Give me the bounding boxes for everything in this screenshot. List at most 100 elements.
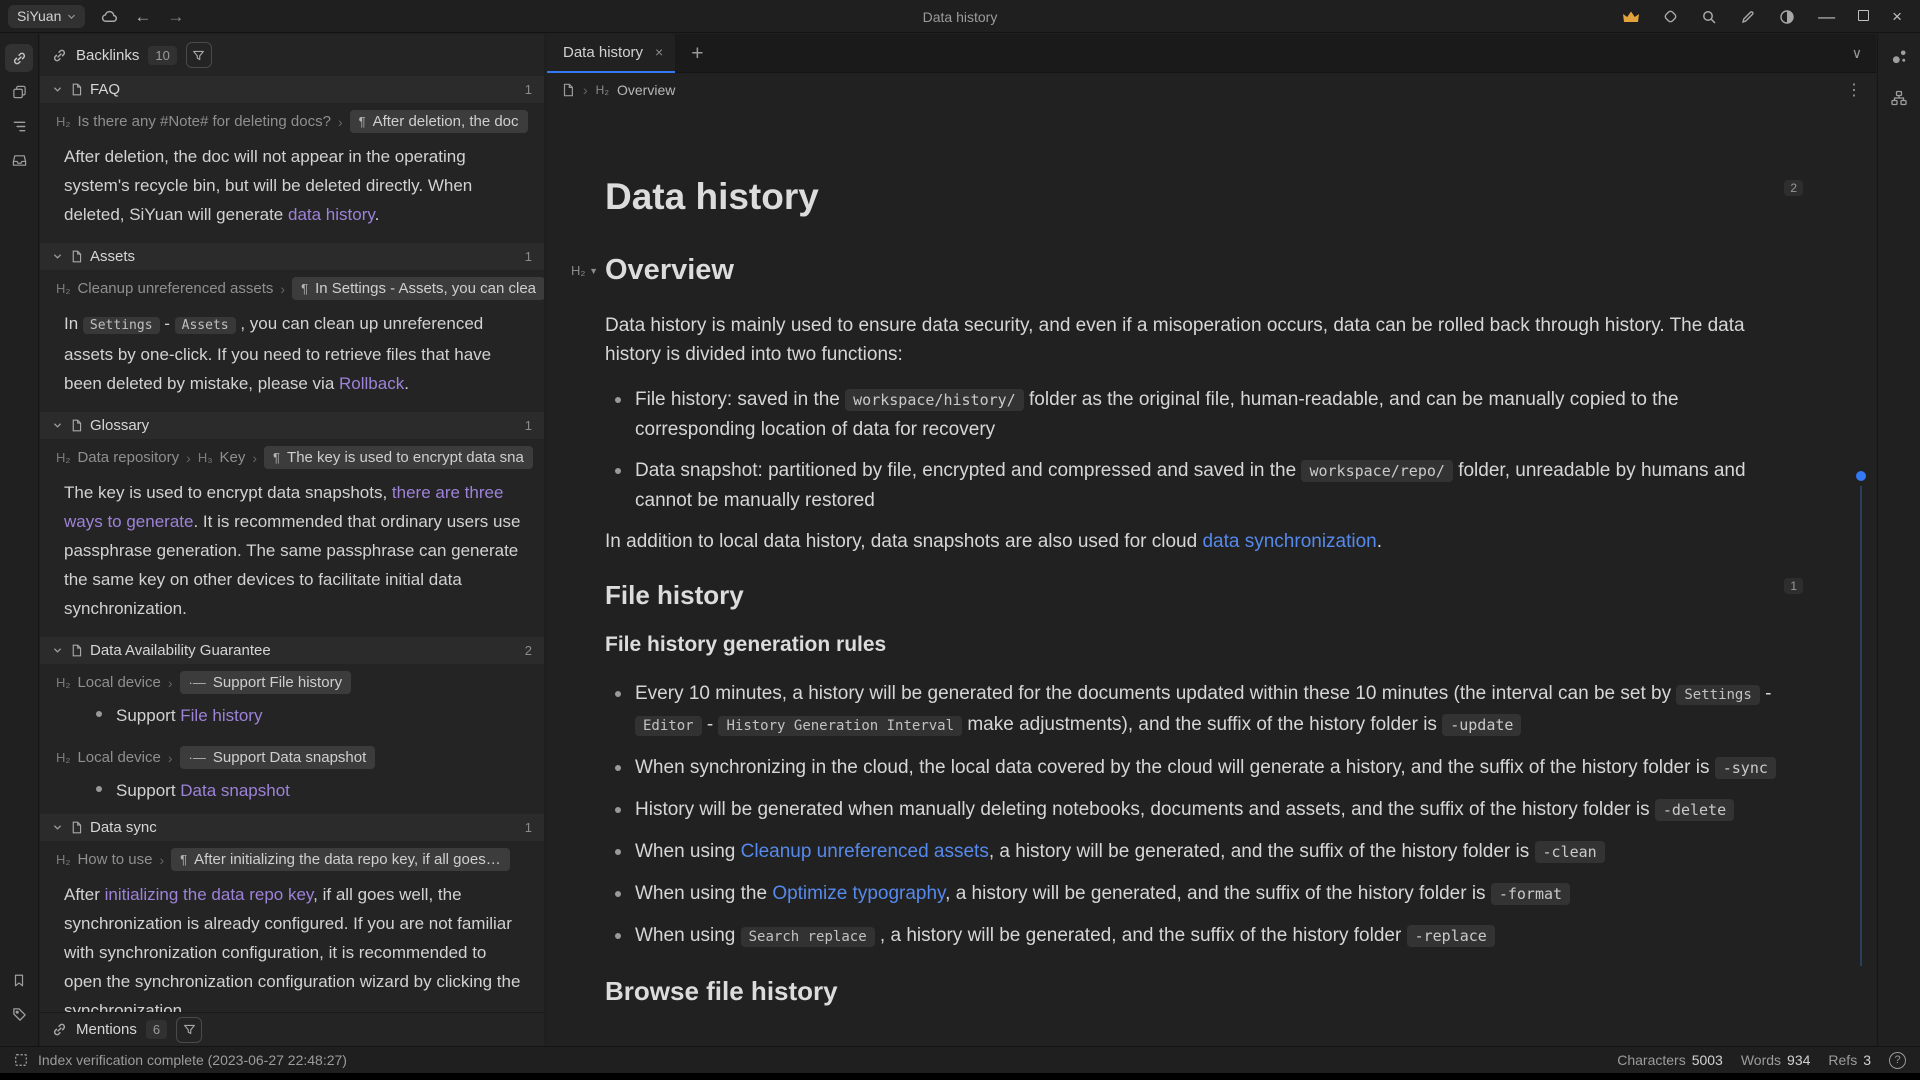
breadcrumb-label[interactable]: Overview (617, 82, 675, 98)
breadcrumb-row[interactable]: H₂ How to use › ¶ After initializing the… (40, 841, 544, 875)
inline-link[interactable]: Rollback (339, 374, 404, 393)
backlinks-filter-button[interactable] (186, 42, 212, 68)
ref-count-badge[interactable]: 1 (1784, 578, 1803, 594)
inline-link[interactable]: Data snapshot (180, 781, 290, 800)
bullet-list-item[interactable]: Data snapshot: partitioned by file, encr… (605, 456, 1791, 515)
inline-link[interactable]: Optimize typography (772, 883, 945, 904)
document-content[interactable]: Data history 2 H₂ ▼ Overview Data histor… (547, 106, 1876, 1046)
crumb-text[interactable]: Key (220, 449, 246, 466)
heading-gutter[interactable]: H₂ ▼ (571, 263, 598, 278)
tab-close-icon[interactable]: × (655, 44, 663, 60)
inline-link[interactable]: data history (288, 205, 375, 224)
theme-contrast-icon[interactable] (1779, 9, 1795, 25)
mentions-filter-button[interactable] (176, 1017, 202, 1043)
paragraph[interactable]: In addition to local data history, data … (605, 527, 1791, 556)
text-run: - (160, 314, 175, 333)
crumb-chip[interactable]: ¶ The key is used to encrypt data sna (264, 446, 533, 469)
doc-title[interactable]: Data history (605, 176, 1791, 218)
section-header-assets[interactable]: Assets 1 (40, 243, 544, 270)
bullet-list-item[interactable]: File history: saved in the workspace/his… (605, 385, 1791, 444)
ref-count-badge[interactable]: 2 (1784, 180, 1803, 196)
crumb-chip[interactable]: ¶ After deletion, the doc (350, 110, 528, 133)
breadcrumb-row[interactable]: H₂ Is there any #Note# for deleting docs… (40, 103, 544, 137)
search-icon[interactable] (1701, 9, 1717, 25)
dock-flowchart-button[interactable] (1885, 84, 1913, 112)
help-icon[interactable]: ? (1889, 1052, 1906, 1069)
scroll-indicator-line[interactable] (1860, 486, 1862, 966)
cloud-sync-icon[interactable] (101, 8, 118, 25)
backlink-excerpt[interactable]: After initializing the data repo key, if… (40, 875, 544, 1012)
scroll-indicator-dot[interactable] (1856, 471, 1866, 481)
chevron-down-icon[interactable] (52, 251, 63, 262)
bullet-list-item[interactable]: When synchronizing in the cloud, the loc… (605, 753, 1791, 783)
crumb-text[interactable]: Cleanup unreferenced assets (77, 280, 273, 297)
backlink-excerpt[interactable]: After deletion, the doc will not appear … (40, 137, 544, 243)
minimize-button[interactable]: — (1818, 8, 1835, 25)
dock-flashcard-button[interactable] (5, 78, 33, 106)
breadcrumb-row[interactable]: H₂ Cleanup unreferenced assets › ¶ In Se… (40, 270, 544, 304)
inline-link[interactable]: Cleanup unreferenced assets (741, 841, 989, 862)
new-tab-button[interactable]: + (675, 43, 719, 64)
code-chip: -sync (1715, 757, 1776, 779)
maximize-button[interactable] (1858, 8, 1869, 26)
breadcrumb-row[interactable]: H₂ Data repository › H₃ Key › ¶ The key … (40, 439, 544, 473)
paragraph[interactable]: Data history is mainly used to ensure da… (605, 311, 1791, 369)
dock-tag-button[interactable] (5, 1000, 33, 1028)
chevron-down-icon[interactable] (52, 84, 63, 95)
chevron-down-icon[interactable] (52, 645, 63, 656)
mentions-bar[interactable]: Mentions 6 (40, 1012, 544, 1046)
dock-outline-button[interactable] (5, 112, 33, 140)
document-icon[interactable] (561, 83, 575, 97)
tab-data-history[interactable]: Data history × (547, 34, 675, 73)
heading-file-history[interactable]: File history (605, 580, 1791, 611)
bullet-list-item[interactable]: Every 10 minutes, a history will be gene… (605, 679, 1791, 741)
bullet-list-item[interactable]: History will be generated when manually … (605, 795, 1791, 825)
backlink-excerpt[interactable]: The key is used to encrypt data snapshot… (40, 473, 544, 637)
crumb-text[interactable]: Data repository (77, 449, 179, 466)
forward-button[interactable]: → (167, 8, 184, 25)
dock-backlinks-button[interactable] (5, 44, 33, 72)
funnel-icon (192, 49, 205, 62)
bullet-list-item[interactable]: When using the Optimize typography, a hi… (605, 879, 1791, 909)
backlink-excerpt[interactable]: In Settings - Assets , you can clean up … (40, 304, 544, 412)
crumb-text[interactable]: How to use (77, 851, 152, 868)
tab-list-button[interactable]: ∨ (1852, 45, 1876, 62)
bullet-list-item[interactable]: When using Search replace , a history wi… (605, 921, 1791, 952)
backlink-list-item[interactable]: Support Data snapshot (40, 773, 544, 814)
crumb-text[interactable]: Is there any #Note# for deleting docs? (77, 113, 331, 130)
section-header-faq[interactable]: FAQ 1 (40, 76, 544, 103)
breadcrumb-row[interactable]: H₂ Local device › ·— Support Data snapsh… (40, 739, 544, 773)
chevron-down-icon[interactable] (52, 420, 63, 431)
crumb-text[interactable]: Local device (77, 749, 160, 766)
backlink-list-item[interactable]: Support File history (40, 698, 544, 739)
close-button[interactable]: × (1892, 8, 1902, 25)
section-header-data-availability[interactable]: Data Availability Guarantee 2 (40, 637, 544, 664)
collapse-arrow-icon[interactable]: ▼ (589, 266, 598, 276)
edit-pencil-icon[interactable] (1740, 9, 1756, 25)
crown-icon[interactable] (1622, 10, 1640, 24)
dock-bookmark-button[interactable] (5, 966, 33, 994)
crumb-chip[interactable]: ¶ After initializing the data repo key, … (171, 848, 510, 871)
bullet-list-item[interactable]: When using Cleanup unreferenced assets, … (605, 837, 1791, 867)
crumb-text[interactable]: Local device (77, 674, 160, 691)
marketplace-seal-icon[interactable] (1663, 9, 1678, 24)
heading-overview[interactable]: Overview (605, 254, 734, 286)
crumb-chip[interactable]: ·— Support Data snapshot (180, 746, 376, 769)
chevron-down-icon[interactable] (52, 822, 63, 833)
section-header-data-sync[interactable]: Data sync 1 (40, 814, 544, 841)
heading-generation-rules[interactable]: File history generation rules (605, 633, 1791, 657)
dock-graph-button[interactable] (1885, 42, 1913, 70)
heading-browse-file-history[interactable]: Browse file history (605, 976, 1791, 1007)
inline-link[interactable]: initializing the data repo key (105, 885, 314, 904)
section-header-glossary[interactable]: Glossary 1 (40, 412, 544, 439)
inline-link[interactable]: data synchronization (1202, 531, 1376, 552)
crumb-chip[interactable]: ¶ In Settings - Assets, you can clea (292, 277, 544, 300)
dock-inbox-button[interactable] (5, 146, 33, 174)
breadcrumb-row[interactable]: H₂ Local device › ·— Support File histor… (40, 664, 544, 698)
crumb-chip[interactable]: ·— Support File history (180, 671, 352, 694)
app-menu-button[interactable]: SiYuan (8, 5, 85, 28)
inline-link[interactable]: File history (180, 706, 262, 725)
text-run: - (1760, 683, 1772, 704)
back-button[interactable]: ← (134, 8, 151, 25)
more-options-button[interactable]: ⋮ (1846, 80, 1862, 100)
